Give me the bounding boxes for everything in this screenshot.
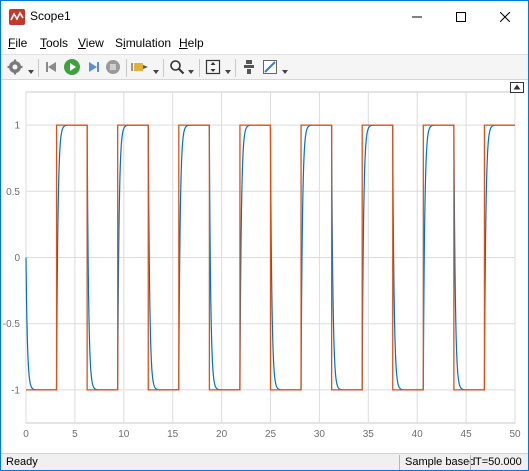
highlight-dropdown-icon[interactable]: [153, 64, 159, 74]
status-bar: Ready Sample based T=50.000: [1, 453, 528, 470]
toolbar-separator: [126, 59, 127, 77]
menu-file-label: ile: [15, 36, 28, 50]
x-tick-label: 20: [216, 429, 228, 440]
menu-help[interactable]: Help: [179, 36, 204, 50]
edit-style-icon[interactable]: [261, 58, 279, 76]
menu-view[interactable]: View: [78, 36, 104, 50]
x-tick-label: 50: [509, 429, 521, 440]
x-tick-label: 25: [265, 429, 277, 440]
maximize-button[interactable]: [439, 1, 483, 32]
menu-tools[interactable]: Tools: [40, 36, 68, 50]
bring-to-front-icon[interactable]: [240, 58, 258, 76]
toolbar-separator: [163, 59, 164, 77]
scope-chart[interactable]: 0 5 10 15 20 25 30 35 40 45 50 1 0.5 0 -0.5 -1: [1, 80, 528, 453]
gear-icon[interactable]: [6, 58, 24, 76]
x-tick-label: 35: [363, 429, 375, 440]
highlight-icon[interactable]: [131, 58, 149, 76]
menu-view-accel: V: [78, 36, 86, 50]
minimize-button[interactable]: [395, 1, 439, 32]
status-ready: Ready: [6, 456, 38, 468]
x-tick-label: 45: [461, 429, 473, 440]
x-tick-label: 0: [23, 429, 29, 440]
status-time: T=50.000: [475, 456, 522, 468]
step-back-icon[interactable]: [43, 58, 61, 76]
title-bar[interactable]: Scope1: [1, 1, 528, 32]
x-tick-label: 15: [167, 429, 179, 440]
y-tick-label: 1: [14, 121, 20, 132]
run-icon[interactable]: [63, 58, 81, 76]
menu-file[interactable]: File: [8, 36, 27, 50]
status-separator: [399, 455, 400, 470]
menu-simulation-label: mulation: [125, 36, 172, 50]
y-tick-label: 0: [14, 253, 20, 264]
y-tick-label: -0.5: [3, 319, 21, 330]
menu-help-label: elp: [187, 36, 204, 50]
toolbar: [1, 54, 528, 80]
x-tick-label: 40: [412, 429, 424, 440]
toolbar-separator: [235, 59, 236, 77]
undock-icon[interactable]: [510, 82, 524, 93]
status-sample-mode: Sample based: [405, 456, 476, 468]
zoom-dropdown-icon[interactable]: [188, 64, 194, 74]
toolbar-separator: [199, 59, 200, 77]
menu-view-label: iew: [85, 36, 104, 50]
x-tick-label: 10: [118, 429, 130, 440]
menu-help-accel: H: [179, 36, 188, 50]
zoom-icon[interactable]: [168, 58, 186, 76]
x-tick-label: 5: [72, 429, 78, 440]
scope-window: Scope1 File Tools View Simulation Help 0…: [0, 0, 529, 471]
toolbar-separator: [38, 59, 39, 77]
menu-tools-label: ools: [46, 36, 69, 50]
stop-icon[interactable]: [104, 58, 122, 76]
menu-simulation[interactable]: Simulation: [115, 36, 171, 50]
y-tick-label: -1: [11, 385, 20, 396]
gear-dropdown-icon[interactable]: [28, 64, 34, 74]
fit-dropdown-icon[interactable]: [225, 64, 231, 74]
status-separator: [470, 455, 471, 470]
x-tick-label: 30: [314, 429, 326, 440]
scope-app-icon: [9, 9, 25, 25]
scope-plot-area: 0 5 10 15 20 25 30 35 40 45 50 1 0.5 0 -0.5 -1: [1, 80, 528, 453]
step-forward-icon[interactable]: [84, 58, 102, 76]
menu-bar: File Tools View Simulation Help: [1, 32, 528, 54]
fit-to-view-icon[interactable]: [204, 58, 222, 76]
edit-style-dropdown-icon[interactable]: [282, 64, 288, 74]
menu-simulation-prefix: S: [115, 36, 124, 50]
window-title: Scope1: [30, 9, 71, 23]
y-tick-label: 0.5: [6, 187, 20, 198]
close-button[interactable]: [483, 1, 527, 32]
